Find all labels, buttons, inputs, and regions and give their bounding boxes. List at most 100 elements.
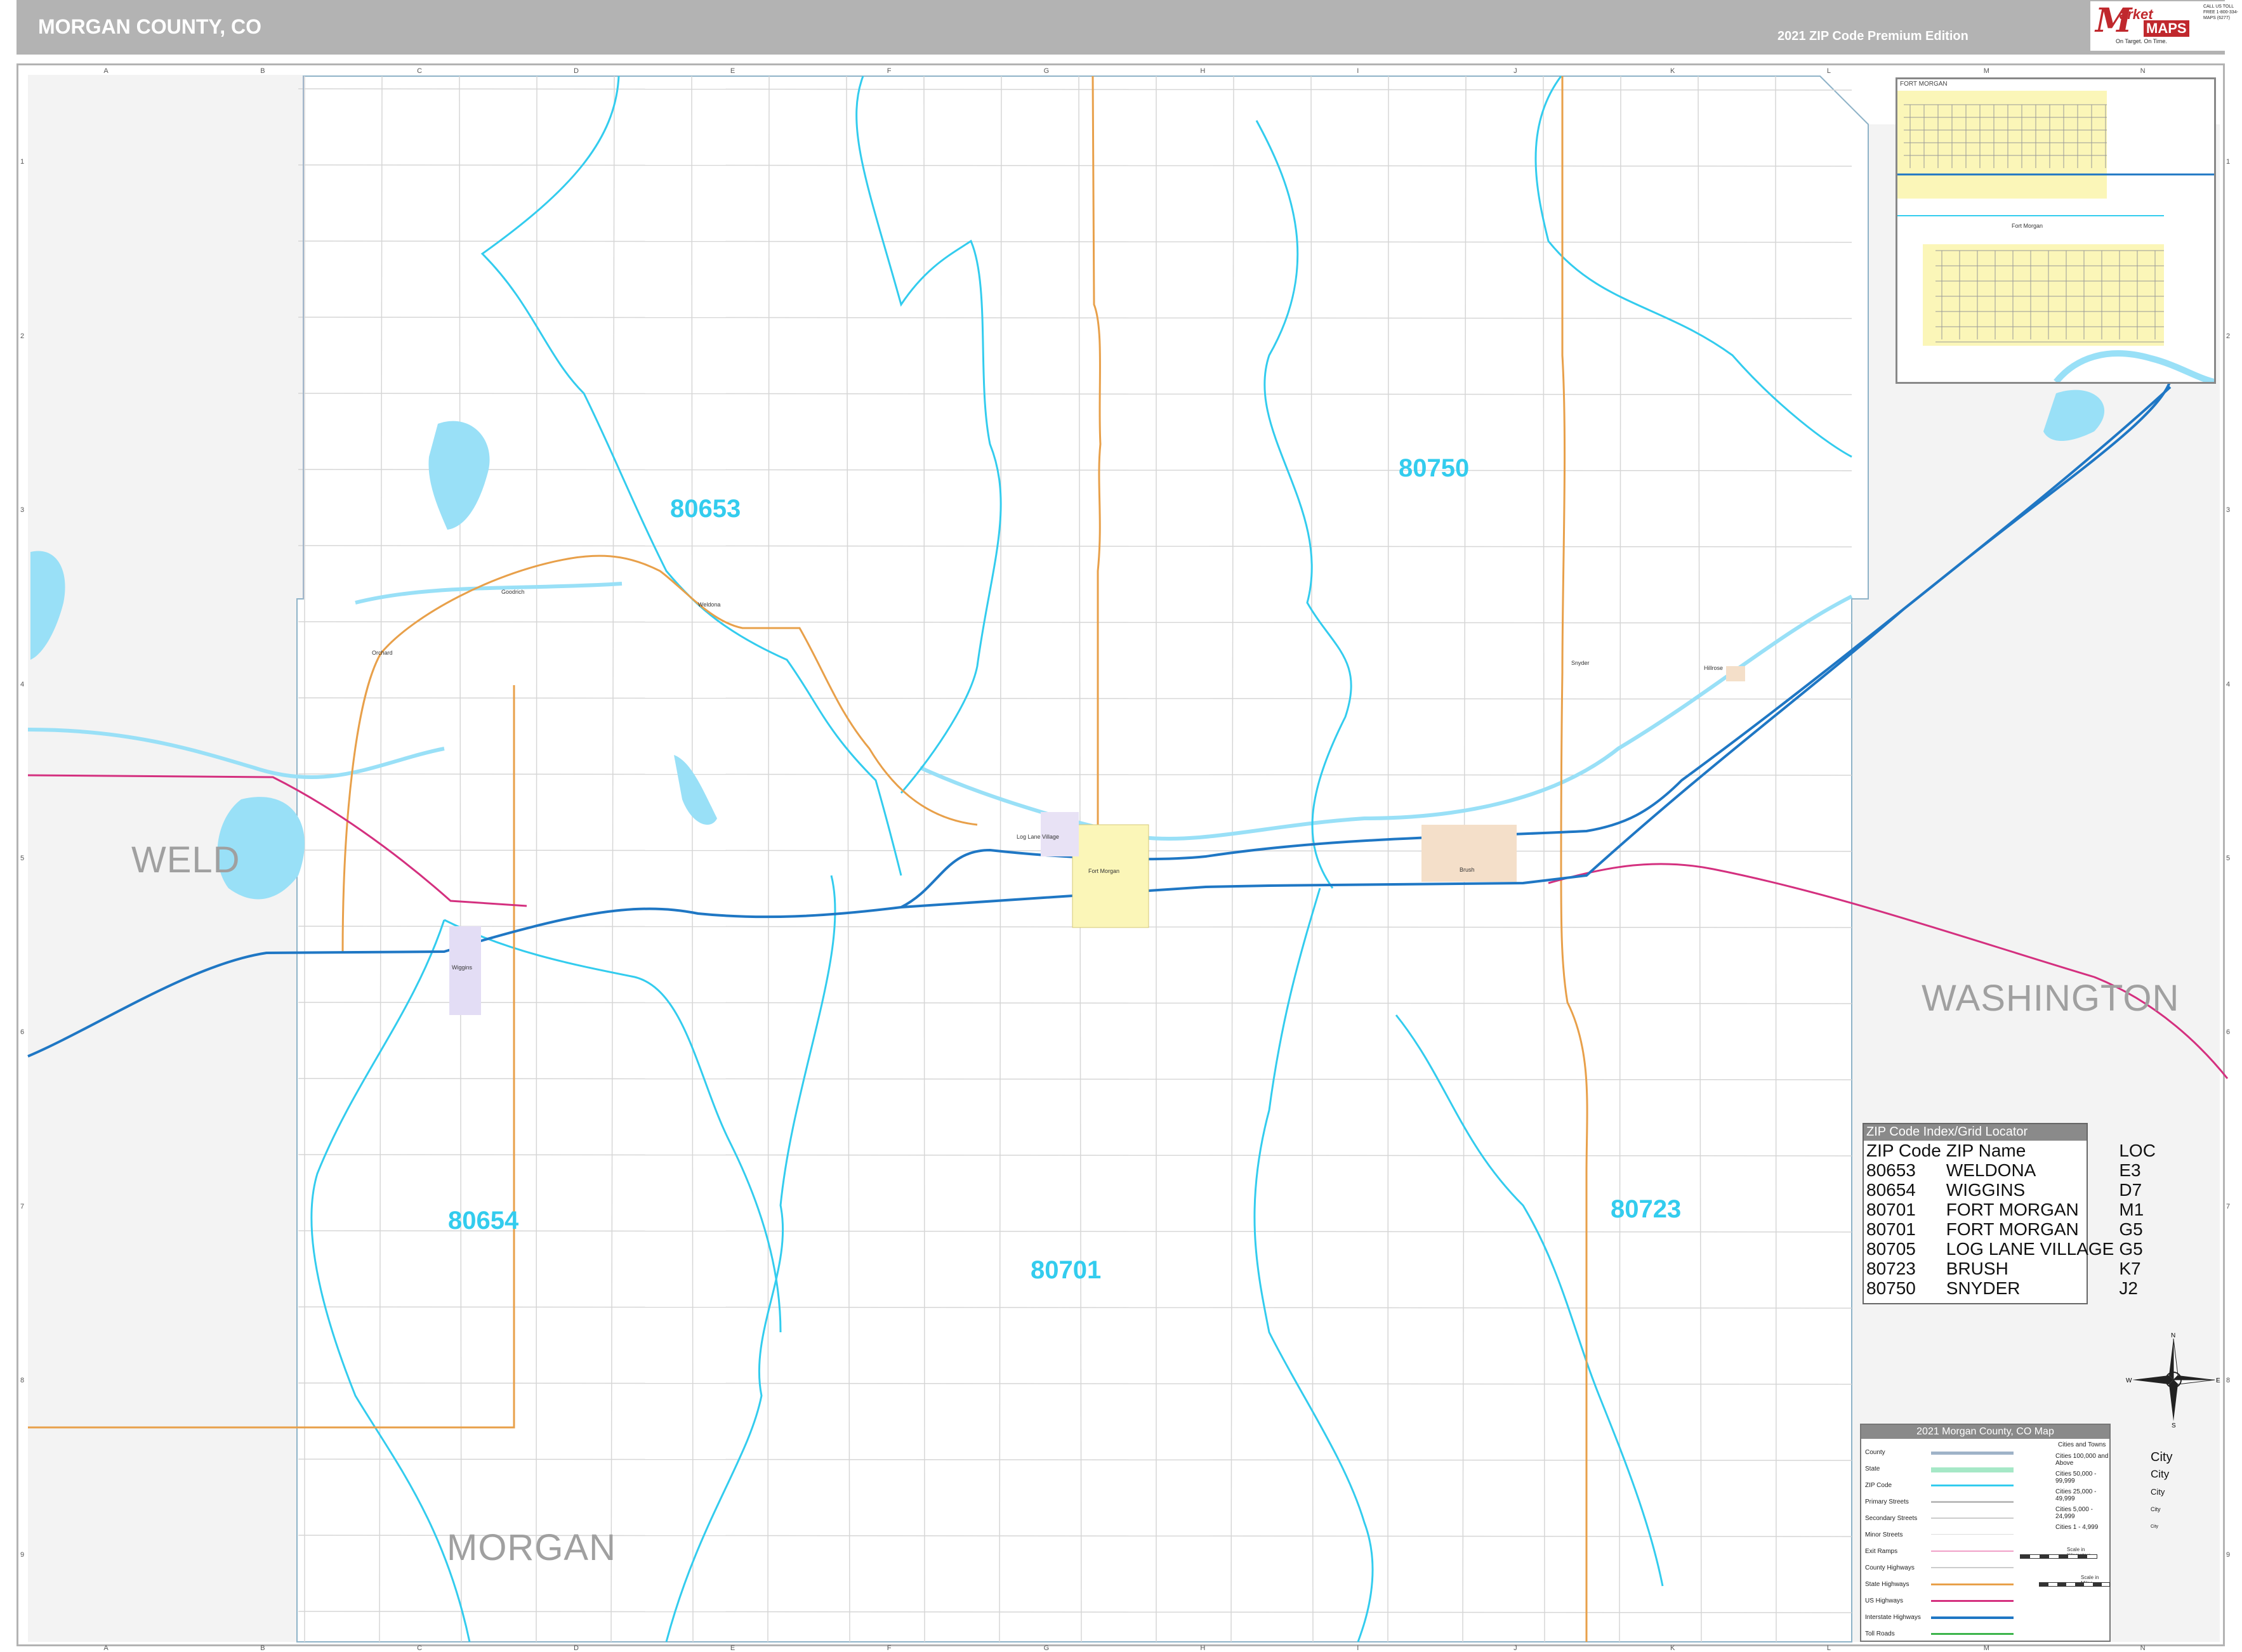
zip-index-header-zip: ZIP Code bbox=[1866, 1141, 1941, 1160]
legend-minor: Minor Streets bbox=[1865, 1531, 1903, 1538]
town-label-brush[interactable]: Brush bbox=[1460, 867, 1475, 873]
fort-morgan-area bbox=[1072, 824, 1149, 928]
zip-label-80653[interactable]: 80653 bbox=[670, 495, 741, 523]
legend-city-sample: City bbox=[2151, 1487, 2165, 1497]
zip-loc: K7 bbox=[2119, 1259, 2141, 1278]
zip-name: WELDONA bbox=[1946, 1160, 2036, 1180]
legend-zip: ZIP Code bbox=[1865, 1482, 1892, 1489]
zip-index-row[interactable]: 80701 FORT MORGAN M1 bbox=[1864, 1200, 2158, 1219]
inset-city-label: Fort Morgan bbox=[2012, 223, 2043, 229]
town-label-goodrich[interactable]: Goodrich bbox=[501, 589, 525, 595]
legend-cities-title: Cities and Towns bbox=[2058, 1441, 2106, 1448]
legend-exit-line bbox=[1931, 1550, 2014, 1552]
zip-index-row[interactable]: 80705 LOG LANE VILLAGE G5 bbox=[1864, 1239, 2158, 1259]
zip-index-row[interactable]: 80723 BRUSH K7 bbox=[1864, 1259, 2158, 1278]
compass-s: S bbox=[2172, 1422, 2176, 1427]
legend-minor-line bbox=[1931, 1534, 2014, 1535]
zip-name: FORT MORGAN bbox=[1946, 1200, 2079, 1219]
county-label-washington: WASHINGTON bbox=[1922, 978, 2180, 1019]
zip-name: WIGGINS bbox=[1946, 1180, 2026, 1200]
legend-interstate: Interstate Highways bbox=[1865, 1614, 1921, 1621]
zip-index-header-row: ZIP Code ZIP Name LOC bbox=[1864, 1141, 2158, 1160]
scale-mi-bar bbox=[2039, 1582, 2110, 1587]
legend-primary: Primary Streets bbox=[1865, 1498, 1909, 1505]
legend-title: 2021 Morgan County, CO Map bbox=[1861, 1425, 2109, 1439]
legend-city-range: Cities 5,000 - 24,999 bbox=[2055, 1506, 2093, 1520]
zip-index-row[interactable]: 80654 WIGGINS D7 bbox=[1864, 1180, 2158, 1200]
zip-name: LOG LANE VILLAGE bbox=[1946, 1239, 2114, 1259]
zip-code: 80653 bbox=[1866, 1160, 1916, 1180]
snyder-area bbox=[1726, 666, 1745, 681]
zip-label-80723[interactable]: 80723 bbox=[1611, 1195, 1681, 1224]
legend-county: County bbox=[1865, 1449, 1885, 1456]
inset-title: FORT MORGAN bbox=[1900, 81, 1948, 88]
legend-us-hwy-line bbox=[1931, 1600, 2014, 1602]
zip-loc: G5 bbox=[2119, 1239, 2143, 1259]
county-label-weld: WELD bbox=[131, 839, 241, 881]
town-label-fort-morgan[interactable]: Fort Morgan bbox=[1088, 868, 1119, 874]
legend-city-range: Cities 100,000 and Above bbox=[2055, 1453, 2109, 1467]
zip-index-row[interactable]: 80750 SNYDER J2 bbox=[1864, 1278, 2158, 1298]
zip-index-table: ZIP Code Index/Grid Locator ZIP Code ZIP… bbox=[1863, 1123, 2156, 1304]
zip-label-80701[interactable]: 80701 bbox=[1031, 1256, 1101, 1285]
zip-label-80654[interactable]: 80654 bbox=[448, 1207, 518, 1235]
legend-us-hwy: US Highways bbox=[1865, 1597, 1904, 1604]
legend-city-range: Cities 50,000 - 99,999 bbox=[2055, 1471, 2097, 1485]
compass-w: W bbox=[2126, 1377, 2132, 1384]
legend-interstate-line bbox=[1931, 1616, 2014, 1619]
legend-secondary: Secondary Streets bbox=[1865, 1515, 1918, 1522]
zip-code: 80705 bbox=[1866, 1239, 1916, 1259]
zip-code: 80654 bbox=[1866, 1180, 1916, 1200]
town-label-orchard[interactable]: Orchard bbox=[372, 650, 393, 656]
legend-exit-ramps: Exit Ramps bbox=[1865, 1548, 1898, 1555]
legend-primary-line bbox=[1931, 1501, 2014, 1503]
town-label-snyder[interactable]: Snyder bbox=[1571, 660, 1590, 666]
legend-secondary-line bbox=[1931, 1518, 2014, 1519]
legend-state-hwy-line bbox=[1931, 1583, 2014, 1585]
weld-top-area bbox=[28, 75, 303, 599]
legend-state-hwy: State Highways bbox=[1865, 1581, 1909, 1588]
zip-loc: G5 bbox=[2119, 1219, 2143, 1239]
zip-name: FORT MORGAN bbox=[1946, 1219, 2079, 1239]
zip-index-grid: ZIP Code ZIP Name LOC 80653 WELDONA E3 806… bbox=[1864, 1141, 2158, 1298]
wiggins-area bbox=[449, 926, 481, 1015]
brush-area bbox=[1421, 825, 1517, 882]
zip-name: SNYDER bbox=[1946, 1278, 2021, 1298]
legend-city-sample: City bbox=[2151, 1524, 2159, 1529]
zip-index-row[interactable]: 80701 FORT MORGAN G5 bbox=[1864, 1219, 2158, 1239]
legend-city-range: Cities 25,000 - 49,999 bbox=[2055, 1488, 2097, 1502]
scale-km-bar bbox=[2020, 1554, 2097, 1559]
legend-city-sample: City bbox=[2151, 1506, 2161, 1512]
zip-index-header-name: ZIP Name bbox=[1946, 1141, 2026, 1160]
town-label-log-lane[interactable]: Log Lane Village bbox=[1017, 834, 1059, 840]
county-label-morgan: MORGAN bbox=[447, 1527, 616, 1568]
zip-code: 80750 bbox=[1866, 1278, 1916, 1298]
zip-code: 80723 bbox=[1866, 1259, 1916, 1278]
town-label-hillrose[interactable]: Hillrose bbox=[1704, 665, 1723, 671]
legend-county-line bbox=[1931, 1452, 2014, 1455]
town-label-weldona[interactable]: Weldona bbox=[698, 601, 720, 608]
town-label-wiggins[interactable]: Wiggins bbox=[452, 964, 472, 971]
zip-loc: D7 bbox=[2119, 1180, 2142, 1200]
compass-e: E bbox=[2216, 1377, 2220, 1384]
zip-name: BRUSH bbox=[1946, 1259, 2008, 1278]
legend-toll-line bbox=[1931, 1633, 2014, 1635]
zip-index-header-loc: LOC bbox=[2119, 1141, 2156, 1160]
inset-canvas bbox=[1897, 91, 2215, 385]
legend-city-range: Cities 1 - 4,999 bbox=[2055, 1524, 2099, 1531]
compass-rose-icon: N S W E bbox=[2126, 1332, 2220, 1427]
zip-index-title: ZIP Code Index/Grid Locator bbox=[1864, 1124, 2087, 1141]
legend-toll: Toll Roads bbox=[1865, 1630, 1895, 1637]
legend-city-sample: City bbox=[2151, 1450, 2173, 1464]
legend-city-sample: City bbox=[2151, 1468, 2170, 1480]
legend-zip-line bbox=[1931, 1485, 2014, 1486]
legend-state-line bbox=[1931, 1467, 2014, 1472]
zip-code: 80701 bbox=[1866, 1200, 1916, 1219]
zip-index-row[interactable]: 80653 WELDONA E3 bbox=[1864, 1160, 2158, 1180]
zip-loc: E3 bbox=[2119, 1160, 2141, 1180]
zip-loc: J2 bbox=[2119, 1278, 2138, 1298]
zip-label-80750[interactable]: 80750 bbox=[1399, 454, 1469, 483]
legend-county-hwy: County Highways bbox=[1865, 1564, 1915, 1571]
inset-map-fort-morgan[interactable]: FORT MORGAN Fort Morgan bbox=[1896, 77, 2216, 385]
zip-loc: M1 bbox=[2119, 1200, 2144, 1219]
